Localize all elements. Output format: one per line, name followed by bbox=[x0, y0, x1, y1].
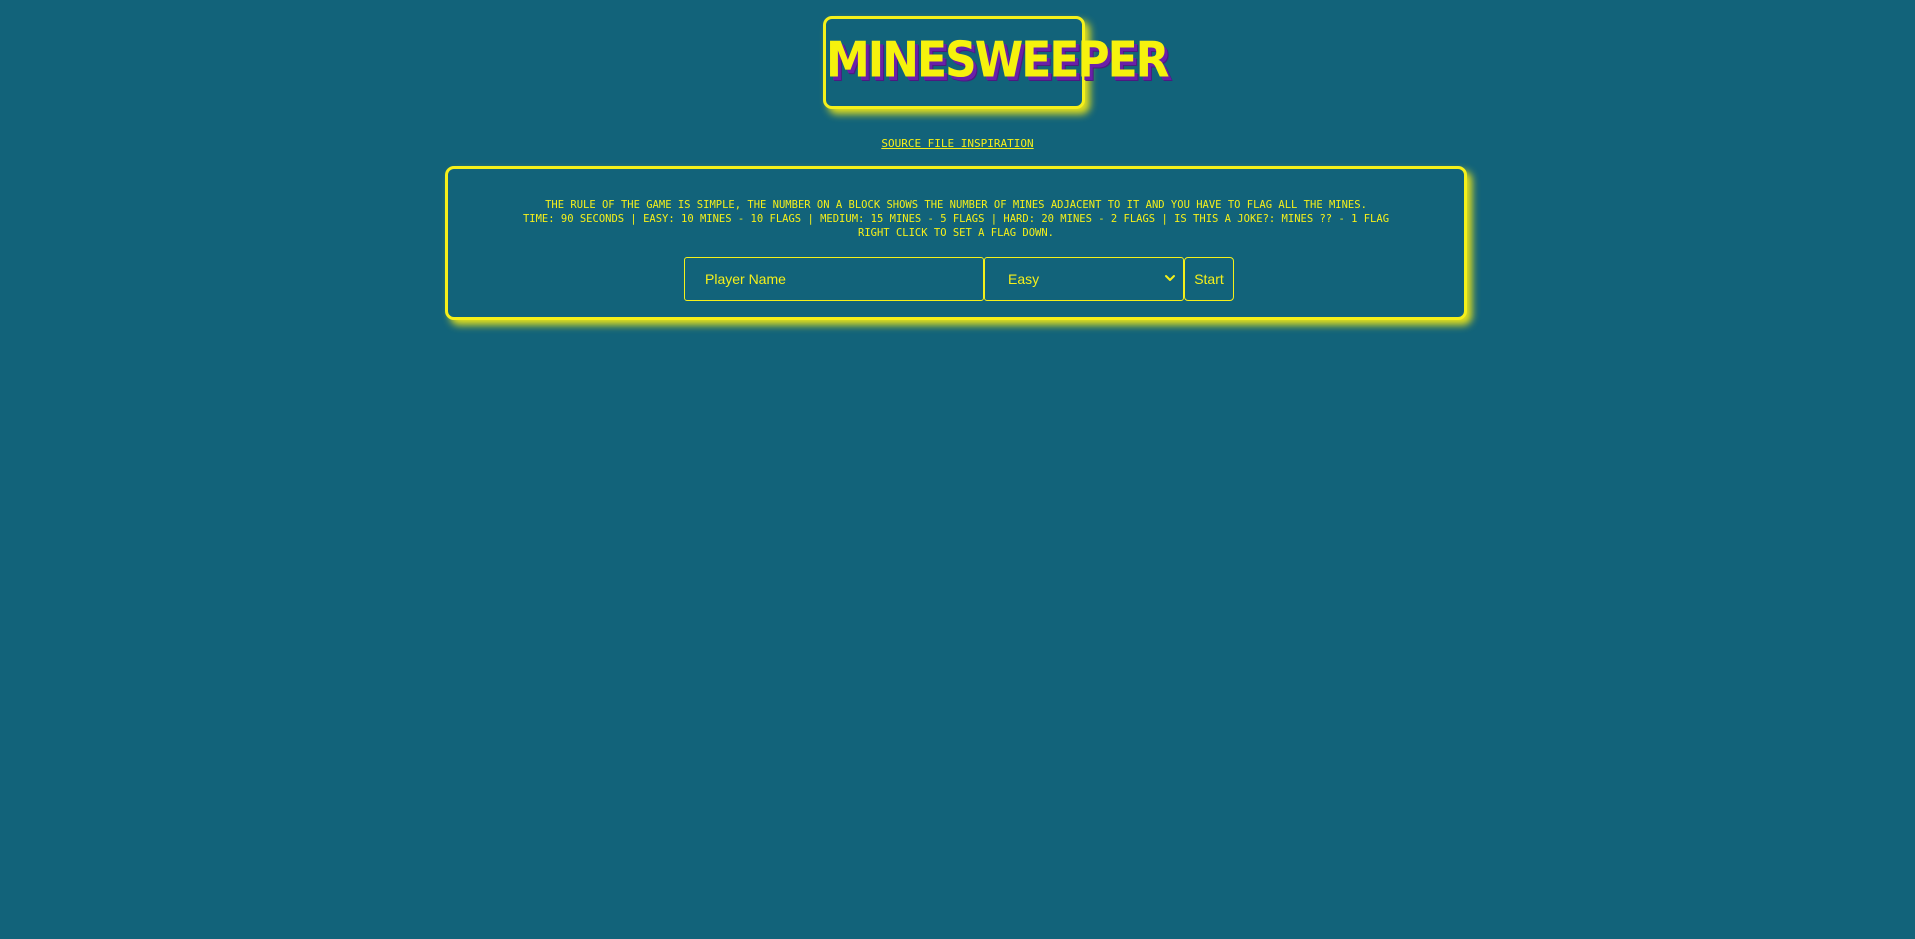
rules-line-modes: TIME: 90 SECONDS | EASY: 10 MINES - 10 F… bbox=[522, 213, 1390, 225]
rules-panel: THE RULE OF THE GAME IS SIMPLE, THE NUMB… bbox=[445, 166, 1467, 320]
game-title: MINESWEEPER bbox=[826, 31, 1170, 89]
rules-text: THE RULE OF THE GAME IS SIMPLE, THE NUMB… bbox=[458, 198, 1454, 240]
rules-line-intro: THE RULE OF THE GAME IS SIMPLE, THE NUMB… bbox=[545, 199, 1367, 211]
start-button[interactable]: Start bbox=[1184, 257, 1234, 301]
player-name-input[interactable] bbox=[684, 257, 984, 301]
difficulty-value: Easy bbox=[1008, 271, 1040, 287]
start-form: Easy Start bbox=[684, 257, 1234, 301]
difficulty-select[interactable]: Easy bbox=[984, 257, 1184, 301]
rules-line-flag: RIGHT CLICK TO SET A FLAG DOWN. bbox=[858, 227, 1054, 239]
chevron-down-icon bbox=[1165, 275, 1175, 281]
source-file-link[interactable]: SOURCE FILE INSPIRATION bbox=[0, 137, 1915, 150]
title-banner: MINESWEEPER bbox=[823, 16, 1170, 109]
